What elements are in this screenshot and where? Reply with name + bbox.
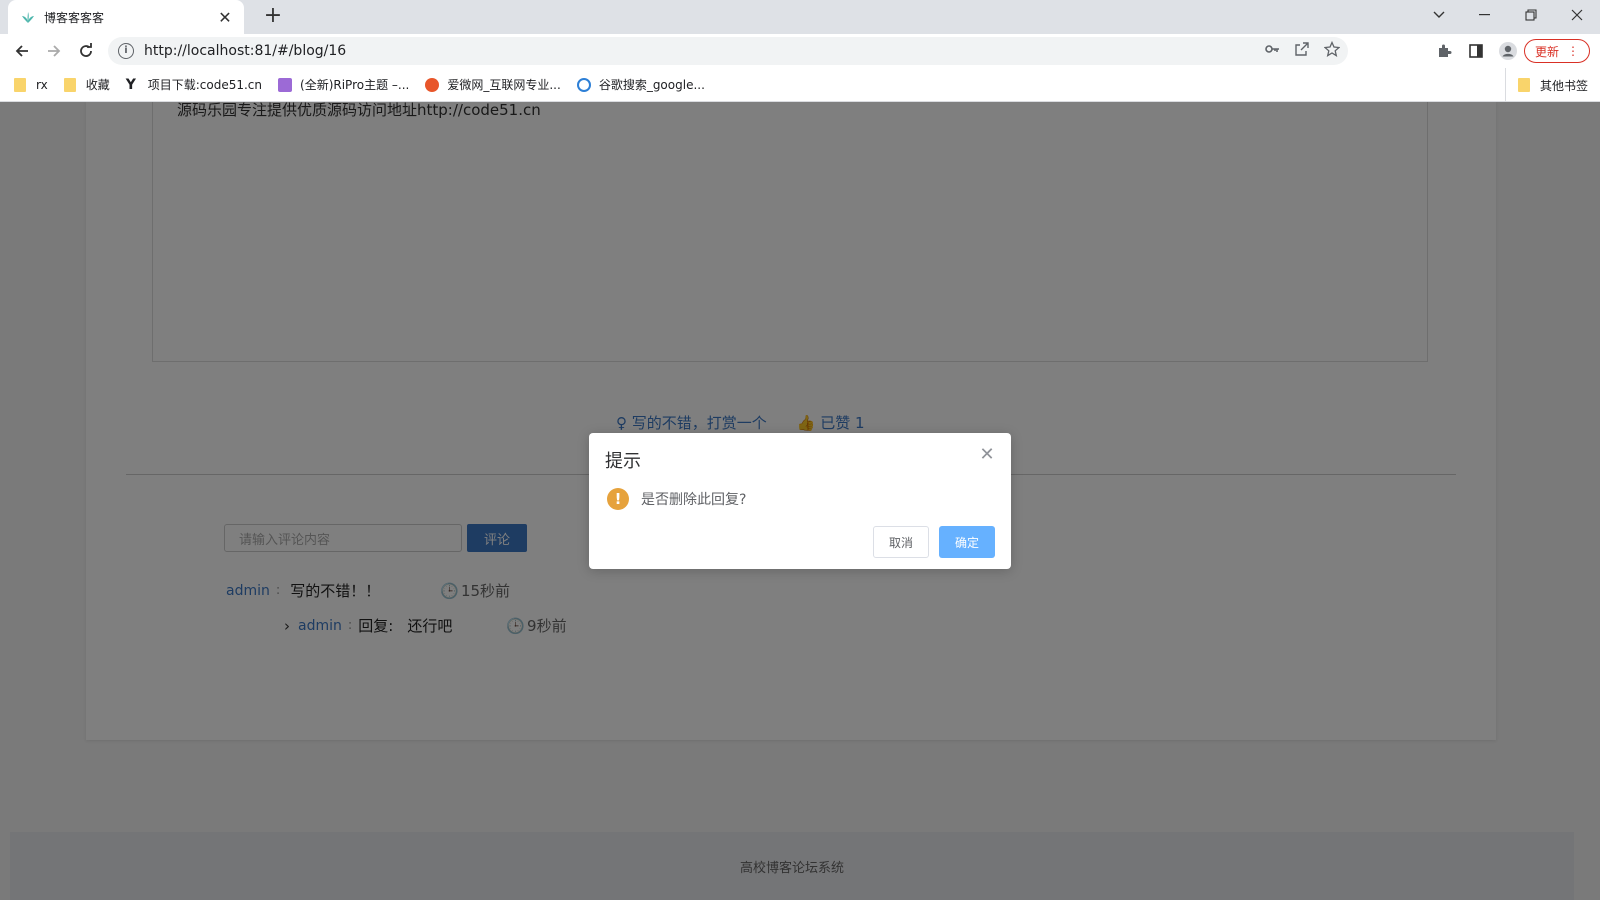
bookmark-label: (全新)RiPro主题 –... <box>300 78 410 92</box>
dialog-title: 提示 <box>605 451 641 472</box>
back-arrow-icon[interactable] <box>8 37 36 65</box>
dialog-close-icon[interactable]: ✕ <box>979 446 995 464</box>
tab-close-icon[interactable]: ✕ <box>216 8 234 27</box>
dialog-message: 是否删除此回复? <box>641 492 747 508</box>
browser-tab[interactable]: 博客客客客 ✕ <box>8 0 244 34</box>
confirm-button[interactable]: 确定 <box>939 526 995 558</box>
tab-search-icon[interactable] <box>1416 0 1462 30</box>
warning-icon: ! <box>607 488 629 510</box>
bookmark-code51[interactable]: Y 项目下载:code51.cn <box>126 76 262 93</box>
update-button[interactable]: 更新 ⋮ <box>1524 39 1590 63</box>
folder-icon <box>1517 78 1530 92</box>
aiwei-logo-icon <box>425 77 440 92</box>
ripro-logo-icon <box>278 77 293 92</box>
leaf-favicon-icon <box>20 9 36 25</box>
360-logo-icon <box>576 77 591 92</box>
site-info-icon[interactable]: i <box>118 43 134 59</box>
folder-icon <box>63 77 76 92</box>
dialog-body: ! 是否删除此回复? <box>607 488 746 510</box>
share-icon[interactable] <box>1294 41 1310 61</box>
url-text: http://localhost:81/#/blog/16 <box>144 43 347 59</box>
other-bookmarks[interactable]: 其他书签 <box>1504 68 1588 102</box>
browser-toolbar: i http://localhost:81/#/blog/16 更新 ⋮ <box>0 34 1600 68</box>
confirm-dialog: 提示 ✕ ! 是否删除此回复? 取消 确定 <box>589 433 1011 569</box>
bookmark-rx[interactable]: rx <box>14 77 48 92</box>
folder-icon <box>14 77 26 92</box>
bookmarks-bar: rx 收藏 Y 项目下载:code51.cn (全新)RiPro主题 –... … <box>0 68 1600 102</box>
bookmark-label: 谷歌搜索_google... <box>598 78 705 92</box>
new-tab-icon[interactable]: + <box>260 4 286 30</box>
extensions-puzzle-icon[interactable] <box>1430 37 1458 65</box>
close-window-icon[interactable] <box>1554 0 1600 30</box>
bookmark-label: 爱微网_互联网专业... <box>447 78 561 92</box>
bookmark-aiwei[interactable]: 爱微网_互联网专业... <box>425 76 561 93</box>
minimize-icon[interactable] <box>1462 0 1508 30</box>
tab-title: 博客客客客 <box>44 10 105 25</box>
address-bar[interactable]: i http://localhost:81/#/blog/16 <box>108 37 1348 65</box>
bookmark-google[interactable]: 谷歌搜索_google... <box>576 76 705 93</box>
bookmark-ripro[interactable]: (全新)RiPro主题 –... <box>278 76 409 93</box>
restore-icon[interactable] <box>1508 0 1554 30</box>
key-icon[interactable] <box>1264 41 1280 61</box>
reload-icon[interactable] <box>72 37 100 65</box>
side-panel-icon[interactable] <box>1462 37 1490 65</box>
star-icon[interactable] <box>1323 40 1341 61</box>
y-logo-icon: Y <box>125 76 136 93</box>
bookmark-label: rx <box>36 77 48 92</box>
more-menu-icon: ⋮ <box>1567 44 1579 58</box>
browser-tabstrip: 博客客客客 ✕ + <box>0 0 1600 34</box>
cancel-button[interactable]: 取消 <box>873 526 929 558</box>
other-bookmarks-label: 其他书签 <box>1539 78 1588 93</box>
profile-avatar-icon[interactable] <box>1494 37 1522 65</box>
bookmark-favorites[interactable]: 收藏 <box>63 76 110 93</box>
update-label: 更新 <box>1534 44 1559 59</box>
forward-arrow-icon[interactable] <box>40 37 68 65</box>
bookmark-label: 收藏 <box>85 78 110 92</box>
bookmark-label: 项目下载:code51.cn <box>147 78 263 92</box>
